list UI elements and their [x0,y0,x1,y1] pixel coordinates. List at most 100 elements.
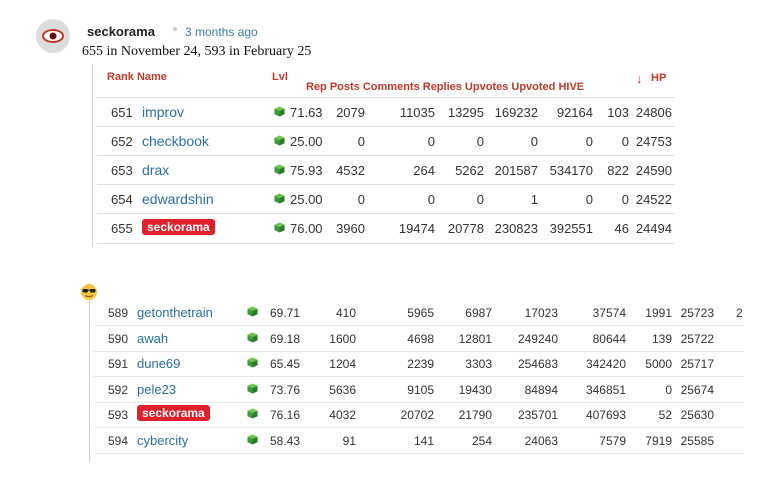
cell-replies: 5262 [455,163,484,178]
cell-hp: 25630 [680,408,714,422]
cell-posts: 1600 [329,331,356,346]
cell-name[interactable]: awah [137,331,168,346]
cell-rank: 652 [111,134,133,149]
separator-dot [173,27,177,31]
cell-posts: 3960 [336,221,365,236]
cell-hp: 24590 [635,163,672,178]
level-cube-icon [247,433,258,445]
cell-upvotes: 249240 [517,331,558,346]
table-row: 590 awah 69.18 1600 4698 12801 249240 80644 139 2… [94,326,744,352]
cell-posts: 0 [357,192,365,207]
cell-posts: 5636 [329,382,356,397]
level-cube-icon [247,331,258,343]
level-cube-icon [274,193,285,204]
cell-upvotes: 84894 [524,382,558,397]
cell-rep: 25.00 [290,192,323,207]
cell-upvoted: 0 [585,134,593,149]
cell-name[interactable]: drax [142,162,169,178]
cell-comments: 19474 [398,221,435,236]
cell-hp: 24494 [635,221,672,236]
cell-upvotes: 235701 [517,408,558,422]
cell-rank: 655 [111,221,133,236]
level-cube-icon [274,222,285,233]
cell-hive: 0 [621,134,629,149]
cell-hp: 25722 [680,331,714,346]
cell-name[interactable]: dune69 [137,356,180,371]
cell-name[interactable]: cybercity [137,433,188,448]
table-row: 655 seckorama 76.00 3960 19474 20778 230823 392… [97,213,675,244]
cell-rank: 593 [108,408,129,422]
cell-replies: 19430 [458,382,492,397]
cell-hive: 5000 [645,357,672,371]
level-cube-icon [274,106,285,117]
table-row: 654 edwardshin 25.00 0 0 0 1 0 0 24522 [97,184,675,214]
cell-replies: 12801 [458,331,492,346]
cell-replies: 0 [476,192,484,207]
cell-name[interactable]: checkbook [142,133,209,149]
cell-posts: 91 [342,433,356,448]
level-cube-icon [274,164,285,175]
cell-comments: 0 [427,192,435,207]
table-row: 651 improv 71.63 2079 11035 13295 169232 92164 1… [97,97,675,127]
cell-upvoted: 392551 [549,221,593,236]
cell-hive: 1991 [645,306,672,320]
cell-posts: 0 [357,134,365,149]
cell-hive: 0 [621,192,629,207]
avatar[interactable] [36,19,70,53]
cell-rank: 589 [108,306,129,320]
cell-rank: 590 [108,331,129,346]
cell-hive: 139 [651,331,672,346]
cell-name[interactable]: getonthetrain [137,305,213,320]
cell-upvoted: 407693 [585,408,626,422]
level-cube-icon [247,408,258,419]
cell-rep: 65.45 [270,357,301,371]
level-cube-icon [247,357,258,368]
cell-rank: 654 [111,192,133,207]
cell-replies: 3303 [465,357,492,371]
header-lvl: Lvl [272,71,288,83]
cell-rep: 25.00 [290,134,323,149]
cell-replies: 6987 [465,306,492,320]
cell-rank: 592 [108,382,129,397]
cell-name[interactable]: improv [142,104,184,120]
cell-posts: 1204 [329,357,356,371]
cell-replies: 13295 [447,105,484,120]
cell-name[interactable]: seckorama [142,219,215,235]
table-row: 652 checkbook 25.00 0 0 0 0 0 0 24753 [97,126,675,156]
cell-comments: 4698 [407,331,434,346]
cell-name[interactable]: pele23 [137,382,176,397]
cell-upvoted: 342420 [585,357,626,371]
cell-rep: 69.18 [270,331,301,346]
sort-arrow-icon[interactable]: ↓ [636,71,643,86]
cell-hp: 24522 [635,192,672,207]
post-timestamp[interactable]: 3 months ago [185,25,258,39]
cell-rep: 75.93 [290,163,323,178]
level-cube-icon [274,135,285,146]
cell-upvotes: 201587 [494,163,538,178]
cell-posts: 410 [335,306,356,320]
cell-rank: 594 [108,433,129,448]
cell-hp: 25585 [680,433,714,448]
cell-hp: 24806 [635,105,672,120]
level-cube-icon [247,306,258,317]
cell-upvoted: 7579 [599,433,626,448]
header-hp[interactable]: HP [651,72,666,84]
cell-upvotes: 254683 [517,357,558,371]
cell-upvoted: 0 [585,192,593,207]
cell-upvoted: 92164 [556,105,593,120]
cell-hive: 822 [607,163,629,178]
cell-hive: 52 [658,408,672,422]
cell-name[interactable]: seckorama [137,405,210,421]
cell-rep: 76.16 [270,408,301,422]
cell-replies: 21790 [458,408,492,422]
cell-name[interactable]: edwardshin [142,191,214,207]
cell-rank: 651 [111,105,133,120]
cell-hp: 25674 [680,382,714,397]
cell-upvotes: 17023 [524,306,558,320]
cell-hive: 0 [665,382,672,397]
cell-rep: 71.63 [290,105,323,120]
cell-upvoted: 346851 [585,382,626,397]
table-row: 589 getonthetrain 69.71 410 5965 6987 17023 375… [94,300,744,326]
table-row: 593 seckorama 76.16 4032 20702 21790 235701 407… [94,402,744,428]
author-name[interactable]: seckorama [87,24,155,39]
